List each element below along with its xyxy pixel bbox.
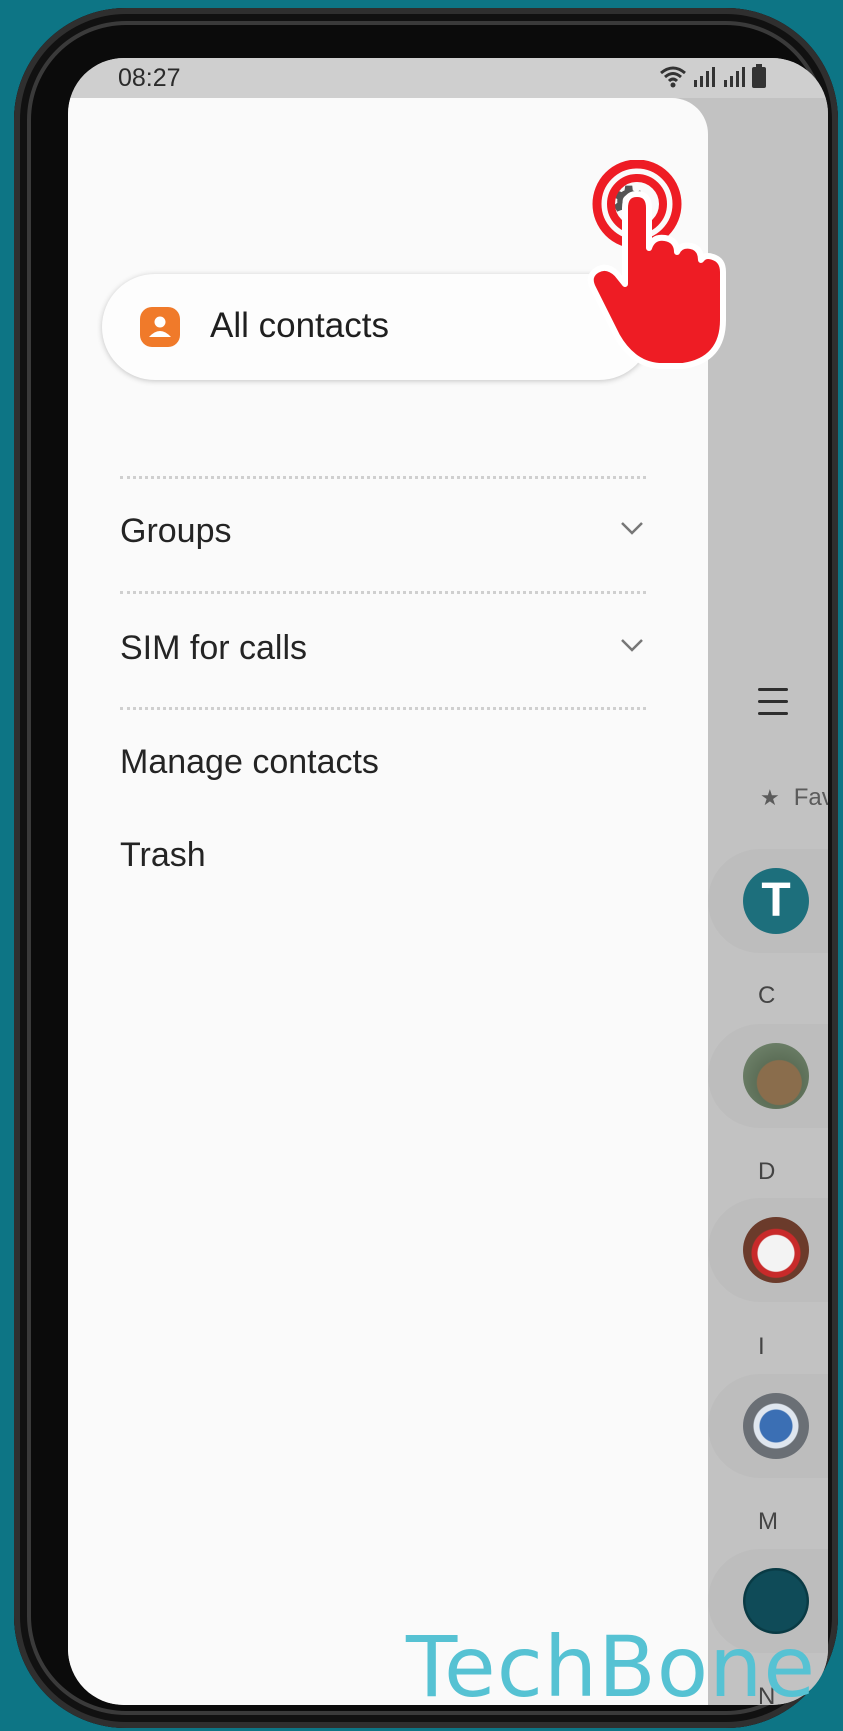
status-time: 08:27 xyxy=(118,64,181,92)
divider xyxy=(120,591,646,594)
divider xyxy=(120,707,646,710)
techbone-watermark: TechBone xyxy=(406,1618,817,1716)
contact-row[interactable] xyxy=(708,1024,828,1128)
avatar xyxy=(743,1217,809,1283)
drawer-item-label: Manage contacts xyxy=(120,743,379,781)
contact-row[interactable] xyxy=(708,1374,828,1478)
chevron-down-icon xyxy=(621,522,643,535)
drawer-item-groups[interactable]: Groups xyxy=(120,512,650,551)
signal-icon xyxy=(694,67,715,87)
section-letter: I xyxy=(758,1333,765,1360)
star-icon: ★ xyxy=(760,785,780,810)
contact-row[interactable] xyxy=(708,1198,828,1302)
avatar xyxy=(743,1043,809,1109)
signal-icon xyxy=(724,67,745,87)
menu-icon[interactable] xyxy=(758,688,788,724)
favorites-label: Fav xyxy=(793,784,828,811)
chevron-down-icon xyxy=(621,639,643,652)
status-bar: 08:27 xyxy=(68,58,828,98)
drawer-item-label: SIM for calls xyxy=(120,629,308,667)
drawer-item-manage-contacts[interactable]: Manage contacts xyxy=(120,743,650,782)
drawer-item-label: Trash xyxy=(120,836,206,874)
section-letter: M xyxy=(758,1508,778,1535)
section-letter: C xyxy=(758,982,776,1009)
drawer-item-sim-for-calls[interactable]: SIM for calls xyxy=(120,629,650,668)
drawer-item-label: Groups xyxy=(120,512,232,550)
all-contacts-label: All contacts xyxy=(210,306,389,345)
divider xyxy=(120,476,646,479)
drawer-item-trash[interactable]: Trash xyxy=(120,836,650,875)
avatar xyxy=(743,1393,809,1459)
tap-hand-icon xyxy=(587,160,726,369)
contact-person-icon xyxy=(140,307,180,347)
status-icons xyxy=(660,64,766,88)
avatar: T xyxy=(743,868,809,934)
all-contacts-item[interactable]: All contacts xyxy=(102,274,652,380)
section-letter: D xyxy=(758,1158,776,1185)
wifi-icon xyxy=(660,66,686,88)
favorites-header: ★ Fav xyxy=(760,784,828,812)
battery-icon xyxy=(752,64,766,88)
contact-row[interactable]: T xyxy=(708,849,828,953)
